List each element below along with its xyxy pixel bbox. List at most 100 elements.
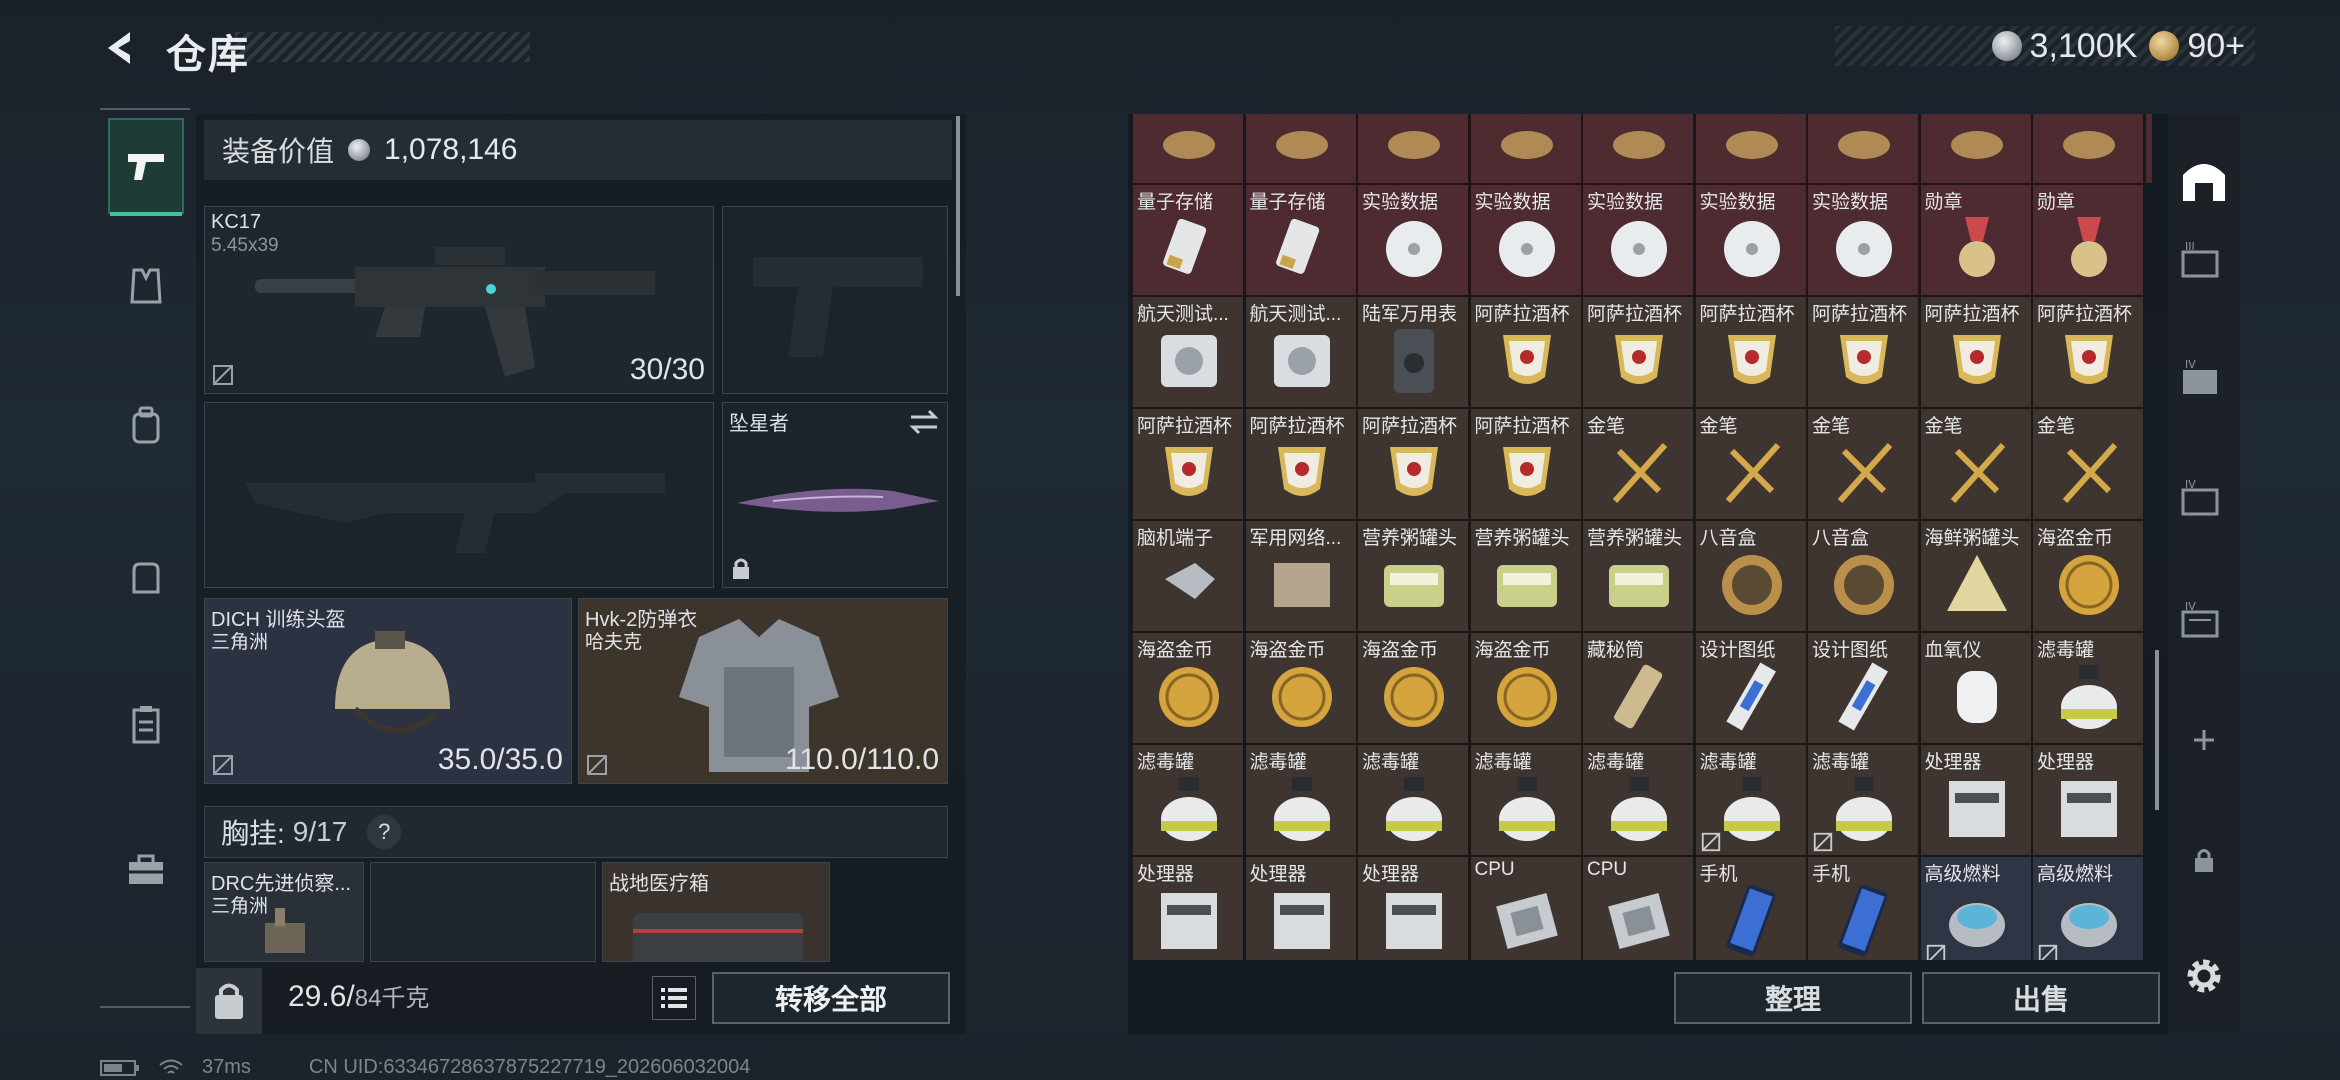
stash-main-tab[interactable] <box>2172 148 2236 212</box>
stash-item[interactable]: CPU <box>1582 856 1694 960</box>
stash-item[interactable]: 航天测试... <box>1244 296 1357 408</box>
stash-item[interactable]: 高级燃料 <box>1919 856 2032 960</box>
stash-item[interactable]: 血氧仪 <box>1919 632 2032 744</box>
stash-item[interactable]: 实验数据 <box>1469 184 1582 296</box>
stash-item[interactable]: 金笔 <box>2032 408 2144 520</box>
stash-item[interactable]: 实验数据 <box>1582 184 1694 296</box>
back-button[interactable] <box>96 24 144 72</box>
stash-item[interactable]: 海盗金币 <box>1244 632 1357 744</box>
stash-item[interactable]: 勋章 <box>2032 184 2144 296</box>
stash-scrollbar[interactable] <box>2155 650 2159 810</box>
stash-item[interactable]: 金笔 <box>1582 408 1694 520</box>
stash-item[interactable]: 滤毒罐 <box>1807 744 1919 856</box>
equipment-scrollbar[interactable] <box>956 116 960 296</box>
stash-item[interactable]: 处理器 <box>2032 744 2144 856</box>
stash-item[interactable]: CPU <box>1469 856 1582 960</box>
stash-item[interactable]: 阿萨拉酒杯 <box>1469 408 1582 520</box>
stash-item[interactable]: 八音盒 <box>1807 520 1919 632</box>
nav-clipboard[interactable] <box>108 676 184 772</box>
stash-item[interactable]: 滤毒罐 <box>1244 744 1357 856</box>
stash-item[interactable]: 滤毒罐 <box>1469 744 1582 856</box>
stash-item[interactable]: 脑机端子 <box>1132 520 1244 632</box>
swap-icon[interactable] <box>909 409 939 435</box>
nav-weapons[interactable] <box>108 118 184 216</box>
stash-item[interactable] <box>2032 114 2144 184</box>
stash-item[interactable]: 高级燃料 <box>2032 856 2144 960</box>
stash-item[interactable]: 实验数据 <box>1807 184 1919 296</box>
rig-item-slot[interactable]: 战地医疗箱 <box>602 862 830 962</box>
stash-item[interactable]: 海鲜粥罐头 <box>1919 520 2032 632</box>
stash-item[interactable]: 阿萨拉酒杯 <box>1357 408 1469 520</box>
stash-item[interactable]: 阿萨拉酒杯 <box>1807 296 1919 408</box>
stash-item[interactable] <box>1919 114 2032 184</box>
help-icon[interactable]: ? <box>367 815 402 849</box>
stash-item[interactable]: 滤毒罐 <box>2032 632 2144 744</box>
stash-item[interactable]: 阿萨拉酒杯 <box>2032 296 2144 408</box>
stash-item[interactable]: 金笔 <box>1694 408 1807 520</box>
armor-slot[interactable]: Hvk-2防弹衣 哈夫克 110.0/110.0 <box>578 598 948 784</box>
stash-item[interactable]: 手机 <box>1807 856 1919 960</box>
stash-item[interactable]: 滤毒罐 <box>1694 744 1807 856</box>
stash-item[interactable]: 实验数据 <box>1357 184 1469 296</box>
helmet-slot[interactable]: DICH 训练头盔 三角洲 35.0/35.0 <box>204 598 572 784</box>
nav-bag[interactable] <box>108 528 184 624</box>
stash-item[interactable] <box>1694 114 1807 184</box>
stash-item[interactable]: 营养粥罐头 <box>1582 520 1694 632</box>
stash-item[interactable]: 阿萨拉酒杯 <box>1919 296 2032 408</box>
stash-item[interactable]: 量子存储 <box>1132 184 1244 296</box>
stash-item[interactable]: 处理器 <box>1244 856 1357 960</box>
stash-item[interactable]: 处理器 <box>1357 856 1469 960</box>
stash-tab-4a[interactable]: IV <box>2172 346 2236 410</box>
stash-item[interactable]: 处理器 <box>1919 744 2032 856</box>
stash-item[interactable]: 藏秘筒 <box>1582 632 1694 744</box>
stash-item[interactable]: 航天测试... <box>1132 296 1244 408</box>
add-stash-tab-button[interactable] <box>2172 708 2236 772</box>
stash-item[interactable]: 营养粥罐头 <box>1469 520 1582 632</box>
stash-item[interactable]: 海盗金币 <box>2032 520 2144 632</box>
stash-item[interactable] <box>1244 114 1357 184</box>
stash-item[interactable]: 滤毒罐 <box>1132 744 1244 856</box>
stash-item[interactable]: 八音盒 <box>1694 520 1807 632</box>
stash-item[interactable]: 实验数据 <box>1694 184 1807 296</box>
stash-tab-3[interactable]: III <box>2172 228 2236 292</box>
list-view-button[interactable] <box>652 976 696 1020</box>
stash-item[interactable]: 滤毒罐 <box>1357 744 1469 856</box>
stash-item[interactable]: 阿萨拉酒杯 <box>1694 296 1807 408</box>
stash-item[interactable]: 军用网络... <box>1244 520 1357 632</box>
stash-item[interactable]: 阿萨拉酒杯 <box>1244 408 1357 520</box>
secondary-weapon-slot[interactable] <box>204 402 714 588</box>
nav-toolbox[interactable] <box>108 822 184 918</box>
stash-item[interactable] <box>1469 114 1582 184</box>
sort-button[interactable]: 整理 <box>1674 972 1912 1024</box>
stash-item[interactable]: 设计图纸 <box>1694 632 1807 744</box>
transfer-all-button[interactable]: 转移全部 <box>712 972 950 1024</box>
stash-item[interactable]: 滤毒罐 <box>1582 744 1694 856</box>
stash-item[interactable]: 阿萨拉酒杯 <box>1469 296 1582 408</box>
stash-item[interactable]: 量子存储 <box>1244 184 1357 296</box>
rig-item-slot[interactable]: DRC先进侦察... 三角洲 <box>204 862 364 962</box>
primary-weapon-slot[interactable]: KC17 5.45x39 30/30 <box>204 206 714 394</box>
stash-item[interactable] <box>1582 114 1694 184</box>
secure-bag-button[interactable] <box>196 968 262 1034</box>
stash-item[interactable] <box>1807 114 1919 184</box>
stash-item[interactable]: 金笔 <box>1919 408 2032 520</box>
stash-item[interactable]: 处理器 <box>1132 856 1244 960</box>
stash-item[interactable]: 海盗金币 <box>1357 632 1469 744</box>
stash-item[interactable] <box>1132 114 1244 184</box>
stash-item[interactable]: 阿萨拉酒杯 <box>1582 296 1694 408</box>
melee-slot[interactable]: 坠星者 <box>722 402 948 588</box>
stash-item[interactable]: 营养粥罐头 <box>1357 520 1469 632</box>
stash-item[interactable] <box>1357 114 1469 184</box>
stash-item[interactable]: 阿萨拉酒杯 <box>1132 408 1244 520</box>
stash-item[interactable]: 海盗金币 <box>1132 632 1244 744</box>
stash-item[interactable]: 金笔 <box>1807 408 1919 520</box>
sell-button[interactable]: 出售 <box>1922 972 2160 1024</box>
stash-item[interactable]: 手机 <box>1694 856 1807 960</box>
stash-item[interactable]: 陆军万用表 <box>1357 296 1469 408</box>
stash-item[interactable]: 海盗金币 <box>1469 632 1582 744</box>
pistol-slot[interactable] <box>722 206 948 394</box>
nav-armor[interactable] <box>108 238 184 334</box>
nav-backpack[interactable] <box>108 378 184 474</box>
stash-item[interactable]: 勋章 <box>1919 184 2032 296</box>
settings-button[interactable] <box>2172 944 2236 1008</box>
